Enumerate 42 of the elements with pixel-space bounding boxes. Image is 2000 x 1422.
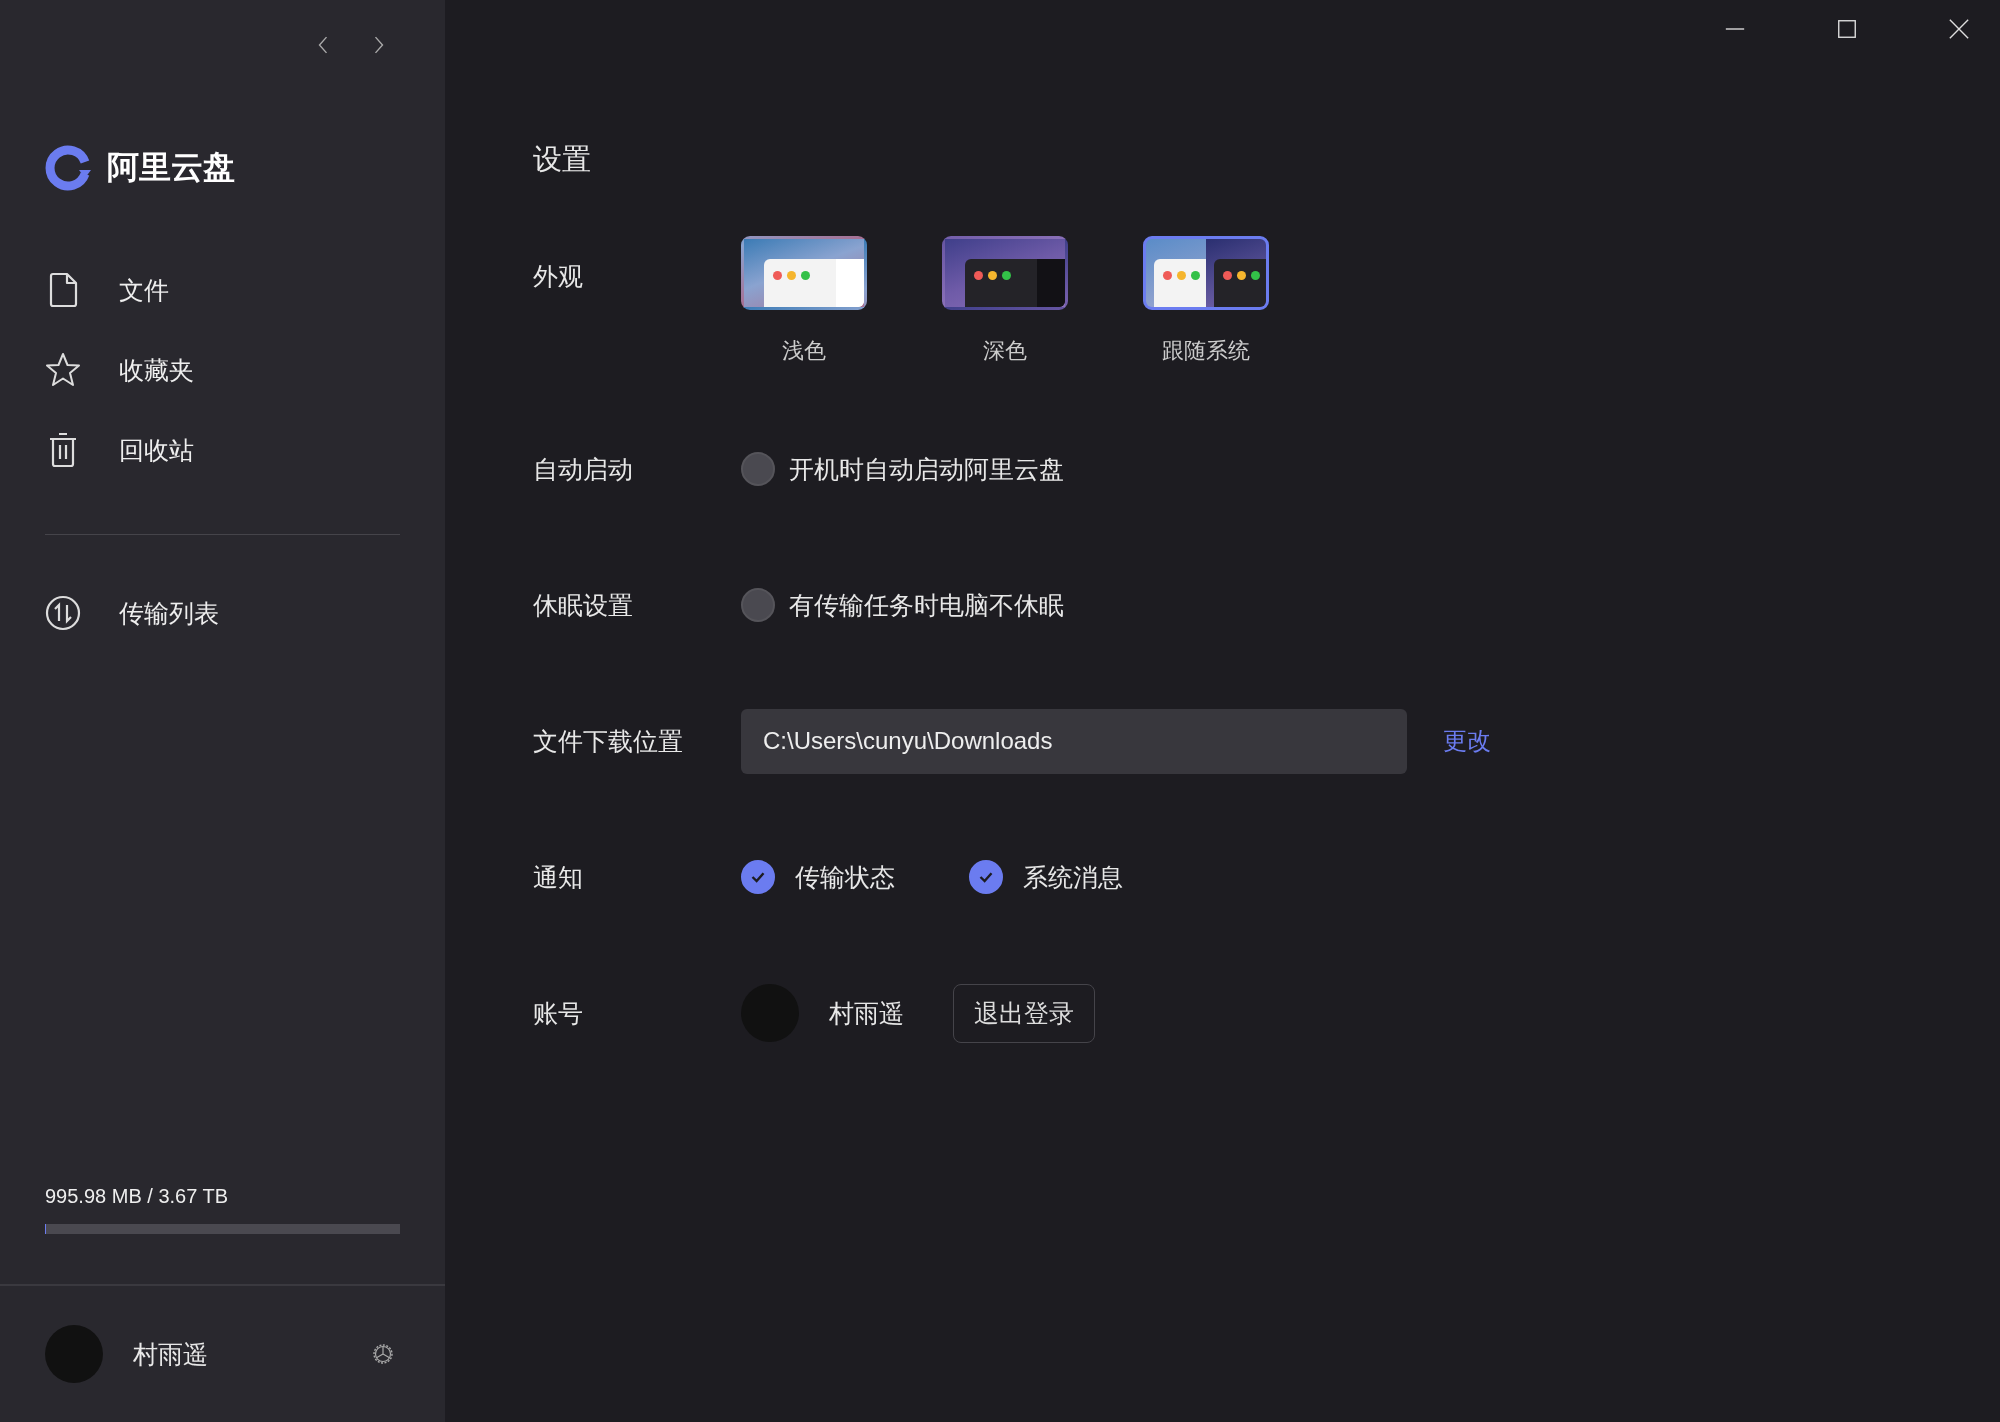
close-icon <box>1948 18 1970 40</box>
sidebar-item[interactable]: 回收站 <box>45 432 400 468</box>
chevron-left-icon <box>316 34 330 56</box>
setting-label: 自动启动 <box>533 453 634 486</box>
setting-label: 外观 <box>533 261 584 293</box>
page-title: 设置 <box>533 141 592 178</box>
theme-caption: 浅色 <box>782 337 826 365</box>
star-icon <box>45 352 81 388</box>
theme-caption: 深色 <box>983 337 1027 365</box>
storage-usage-text: 995.98 MB / 3.67 TB <box>45 1185 230 1208</box>
change-link[interactable]: 更改 <box>1443 725 1491 757</box>
option-label: 传输状态 <box>795 861 895 894</box>
logout-button[interactable]: 退出登录 <box>953 983 1095 1043</box>
option-label: 开机时自动启动阿里云盘 <box>789 453 1064 486</box>
theme-thumbnail[interactable] <box>1143 236 1269 310</box>
option-label: 系统消息 <box>1023 861 1123 894</box>
sidebar-item[interactable]: 文件 <box>45 272 400 308</box>
minimize-icon <box>1724 28 1746 30</box>
gear-icon <box>371 1342 395 1366</box>
maximize-icon <box>1836 18 1858 40</box>
sidebar-item[interactable]: 收藏夹 <box>45 352 400 388</box>
user-name: 村雨遥 <box>133 1338 209 1371</box>
toggle-circle[interactable] <box>741 452 775 486</box>
chevron-right-icon <box>372 34 386 56</box>
theme-thumbnail[interactable] <box>741 236 867 310</box>
setting-label: 文件下载位置 <box>533 725 684 758</box>
app-logo-text: 阿里云盘 <box>107 147 235 188</box>
sidebar-item[interactable]: 传输列表 <box>45 595 400 631</box>
setting-label: 休眠设置 <box>533 589 634 622</box>
checkbox[interactable] <box>741 860 775 894</box>
settings-button[interactable] <box>371 1342 395 1366</box>
theme-caption: 跟随系统 <box>1162 337 1250 365</box>
option-label: 有传输任务时电脑不休眠 <box>789 589 1064 622</box>
theme-thumbnail[interactable] <box>942 236 1068 310</box>
checkbox[interactable] <box>969 860 1003 894</box>
setting-label: 账号 <box>533 997 584 1030</box>
download-path-field[interactable]: C:\Users\cunyu\Downloads <box>741 708 1407 774</box>
setting-label: 通知 <box>533 861 584 894</box>
logo-icon <box>45 144 93 192</box>
toggle-circle[interactable] <box>741 588 775 622</box>
account-name: 村雨遥 <box>829 997 905 1030</box>
transfer-icon <box>45 595 81 631</box>
